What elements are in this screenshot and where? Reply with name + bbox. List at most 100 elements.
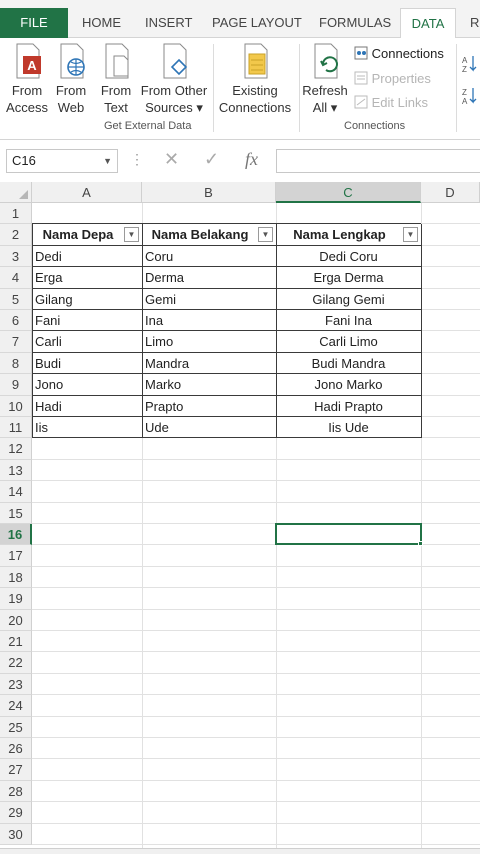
row-header-11[interactable]: 11 xyxy=(0,417,32,439)
table-border xyxy=(32,416,421,417)
filter-dropdown-icon[interactable]: ▼ xyxy=(258,227,273,243)
cancel-icon[interactable]: ✕ xyxy=(164,149,179,170)
table-cell[interactable]: Limo xyxy=(145,331,273,352)
sort-a-z-icon[interactable]: A Z xyxy=(462,54,478,74)
row-header-2[interactable]: 2 xyxy=(0,224,32,246)
worksheet-grid[interactable]: A B C D 1 2 3 4 5 6 7 8 9 10 11 12 13 14 15 16 17 18 19 20 21 22 2… xyxy=(0,182,480,854)
table-cell[interactable]: Mandra xyxy=(145,353,273,374)
row-header-19[interactable]: 19 xyxy=(0,588,32,610)
from-access-button[interactable]: A From Access xyxy=(4,42,50,116)
table-cell[interactable]: Dedi Coru xyxy=(279,246,418,267)
table-cell[interactable]: Erga xyxy=(35,267,139,288)
from-text-button[interactable]: From Text xyxy=(94,42,138,116)
table-cell[interactable]: Jono Marko xyxy=(279,374,418,395)
row-header-30[interactable]: 30 xyxy=(0,823,32,845)
table-cell[interactable]: Prapto xyxy=(145,396,273,417)
from-text-label-1: From xyxy=(100,83,132,98)
tab-file[interactable]: FILE xyxy=(0,8,68,38)
formula-bar: C16 ▼ ⋮ ✕ ✓ fx xyxy=(0,141,480,181)
gridline xyxy=(32,844,480,845)
filter-dropdown-icon[interactable]: ▼ xyxy=(124,227,139,243)
row-header-16[interactable]: 16 xyxy=(0,524,32,546)
row-header-15[interactable]: 15 xyxy=(0,502,32,524)
table-cell[interactable]: Ude xyxy=(145,417,273,438)
tab-formulas[interactable]: FORMULAS xyxy=(319,8,391,38)
existing-connections-button[interactable]: Existing Connections xyxy=(215,42,295,116)
table-cell[interactable]: Fani xyxy=(35,310,139,331)
tab-page-layout[interactable]: PAGE LAYOUT xyxy=(212,8,302,38)
table-border xyxy=(421,224,422,439)
row-header-7[interactable]: 7 xyxy=(0,331,32,353)
formula-bar-grip-icon[interactable]: ⋮ xyxy=(130,151,144,168)
column-header-c[interactable]: C xyxy=(276,182,421,203)
table-cell[interactable]: Budi xyxy=(35,353,139,374)
table-cell[interactable]: Coru xyxy=(145,246,273,267)
table-cell[interactable]: Iis Ude xyxy=(279,417,418,438)
tab-review-partial[interactable]: R xyxy=(470,8,479,38)
table-cell[interactable]: Fani Ina xyxy=(279,310,418,331)
row-header-1[interactable]: 1 xyxy=(0,203,32,225)
table-cell[interactable]: Iis xyxy=(35,417,139,438)
name-box[interactable]: C16 ▼ xyxy=(6,149,118,173)
row-header-25[interactable]: 25 xyxy=(0,716,32,738)
filter-dropdown-icon[interactable]: ▼ xyxy=(403,227,418,243)
row-header-8[interactable]: 8 xyxy=(0,352,32,375)
table-cell[interactable]: Hadi Prapto xyxy=(279,396,418,417)
selected-cell[interactable] xyxy=(275,523,422,546)
row-header-20[interactable]: 20 xyxy=(0,609,32,631)
tab-insert[interactable]: INSERT xyxy=(145,8,192,38)
table-cell[interactable]: Marko xyxy=(145,374,273,395)
table-cell[interactable]: Carli Limo xyxy=(279,331,418,352)
column-header-b[interactable]: B xyxy=(142,182,276,203)
tab-home[interactable]: HOME xyxy=(82,8,121,38)
column-header-d[interactable]: D xyxy=(421,182,480,203)
row-header-29[interactable]: 29 xyxy=(0,802,32,824)
row-header-9[interactable]: 9 xyxy=(0,374,32,396)
enter-icon[interactable]: ✓ xyxy=(204,149,219,170)
select-all-button[interactable] xyxy=(0,182,32,203)
table-cell[interactable]: Carli xyxy=(35,331,139,352)
properties-label: Properties xyxy=(371,71,431,86)
connections-button[interactable]: Connections xyxy=(354,46,444,61)
table-cell[interactable]: Derma xyxy=(145,267,273,288)
table-cell[interactable]: Hadi xyxy=(35,396,139,417)
table-cell[interactable]: Budi Mandra xyxy=(279,353,418,374)
formula-input[interactable] xyxy=(276,149,480,173)
row-header-14[interactable]: 14 xyxy=(0,481,32,503)
chevron-down-icon[interactable]: ▼ xyxy=(103,150,112,172)
table-header-3[interactable]: Nama Lengkap xyxy=(278,224,401,245)
from-other-sources-button[interactable]: From Other Sources ▾ xyxy=(138,42,210,116)
table-header-1[interactable]: Nama Depa xyxy=(34,224,122,245)
row-header-12[interactable]: 12 xyxy=(0,438,32,460)
row-header-10[interactable]: 10 xyxy=(0,395,32,417)
row-header-5[interactable]: 5 xyxy=(0,288,32,310)
row-header-18[interactable]: 18 xyxy=(0,566,32,589)
row-header-6[interactable]: 6 xyxy=(0,310,32,332)
column-header-a[interactable]: A xyxy=(32,182,142,203)
tab-data[interactable]: DATA xyxy=(400,8,456,39)
row-header-27[interactable]: 27 xyxy=(0,759,32,781)
table-cell[interactable]: Gemi xyxy=(145,289,273,310)
fill-handle[interactable] xyxy=(418,541,423,547)
row-header-23[interactable]: 23 xyxy=(0,673,32,696)
row-header-21[interactable]: 21 xyxy=(0,631,32,653)
table-cell[interactable]: Dedi xyxy=(35,246,139,267)
table-cell[interactable]: Jono xyxy=(35,374,139,395)
table-header-2[interactable]: Nama Belakang xyxy=(144,224,256,245)
table-cell[interactable]: Ina xyxy=(145,310,273,331)
row-header-17[interactable]: 17 xyxy=(0,545,32,567)
insert-function-icon[interactable]: fx xyxy=(245,149,258,170)
row-header-22[interactable]: 22 xyxy=(0,652,32,674)
from-web-button[interactable]: From Web xyxy=(50,42,92,116)
row-header-24[interactable]: 24 xyxy=(0,695,32,717)
row-header-13[interactable]: 13 xyxy=(0,459,32,482)
row-header-3[interactable]: 3 xyxy=(0,245,32,268)
row-header-4[interactable]: 4 xyxy=(0,267,32,289)
row-header-28[interactable]: 28 xyxy=(0,780,32,803)
table-cell[interactable]: Erga Derma xyxy=(279,267,418,288)
refresh-all-button[interactable]: Refresh All ▾ xyxy=(301,42,349,116)
sort-z-a-icon[interactable]: Z A xyxy=(462,86,478,106)
table-cell[interactable]: Gilang xyxy=(35,289,139,310)
table-cell[interactable]: Gilang Gemi xyxy=(279,289,418,310)
row-header-26[interactable]: 26 xyxy=(0,738,32,760)
